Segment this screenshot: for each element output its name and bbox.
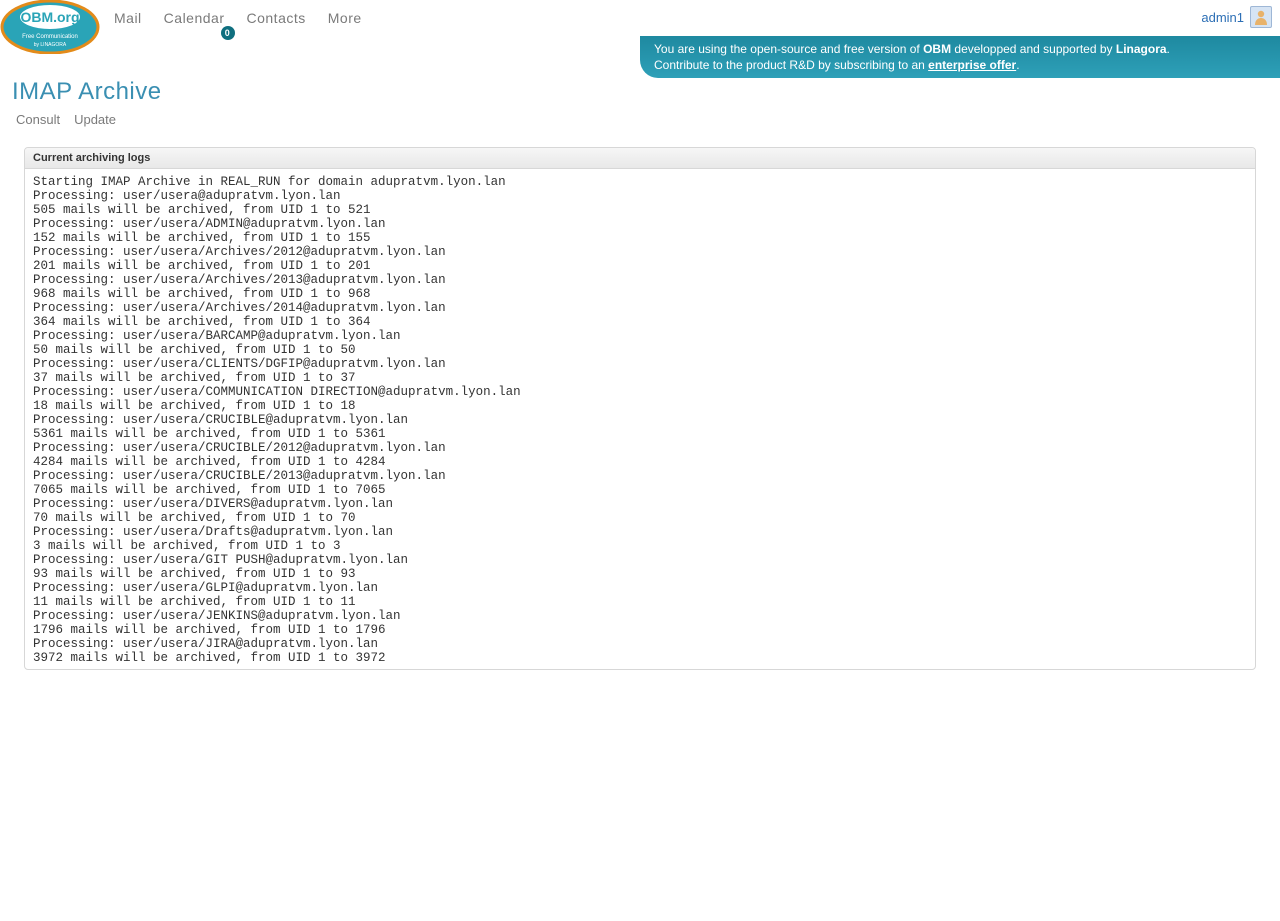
tab-update[interactable]: Update <box>74 112 116 127</box>
info-banner: You are using the open-source and free v… <box>640 36 1280 78</box>
nav-calendar-label: Calendar <box>164 10 225 26</box>
banner-line2-pre: Contribute to the product R&D by subscri… <box>654 58 928 72</box>
avatar-icon[interactable] <box>1250 6 1272 28</box>
enterprise-offer-link[interactable]: enterprise offer <box>928 58 1016 72</box>
user-name-link[interactable]: admin1 <box>1201 10 1244 25</box>
banner-line1-post: . <box>1167 42 1170 56</box>
banner-company: Linagora <box>1116 42 1167 56</box>
calendar-badge: 0 <box>221 26 235 40</box>
svg-text:Free Communication: Free Communication <box>22 34 78 40</box>
panel-header: Current archiving logs <box>25 148 1255 169</box>
log-panel: Current archiving logs Starting IMAP Arc… <box>24 147 1256 670</box>
panel-body[interactable]: Starting IMAP Archive in REAL_RUN for do… <box>25 169 1255 669</box>
sub-nav: Consult Update <box>16 112 1280 127</box>
nav-calendar[interactable]: Calendar 0 <box>164 10 225 26</box>
svg-text:OBM.org: OBM.org <box>20 9 79 25</box>
obm-logo[interactable]: OBM.org Free Communication by LINAGORA <box>0 0 100 54</box>
tab-consult[interactable]: Consult <box>16 112 60 127</box>
user-box: admin1 <box>1201 6 1272 28</box>
nav-mail[interactable]: Mail <box>114 10 142 26</box>
nav-more[interactable]: More <box>328 10 362 26</box>
main-nav: Mail Calendar 0 Contacts More <box>114 0 362 26</box>
log-output: Starting IMAP Archive in REAL_RUN for do… <box>33 175 1247 665</box>
svg-text:by LINAGORA: by LINAGORA <box>34 42 67 48</box>
nav-contacts[interactable]: Contacts <box>247 10 306 26</box>
page-title: IMAP Archive <box>12 78 1280 106</box>
topbar: OBM.org Free Communication by LINAGORA M… <box>0 0 1280 54</box>
banner-line2-post: . <box>1016 58 1019 72</box>
banner-brand: OBM <box>923 42 951 56</box>
banner-line1-mid: developped and supported by <box>951 42 1116 56</box>
banner-line1-pre: You are using the open-source and free v… <box>654 42 923 56</box>
